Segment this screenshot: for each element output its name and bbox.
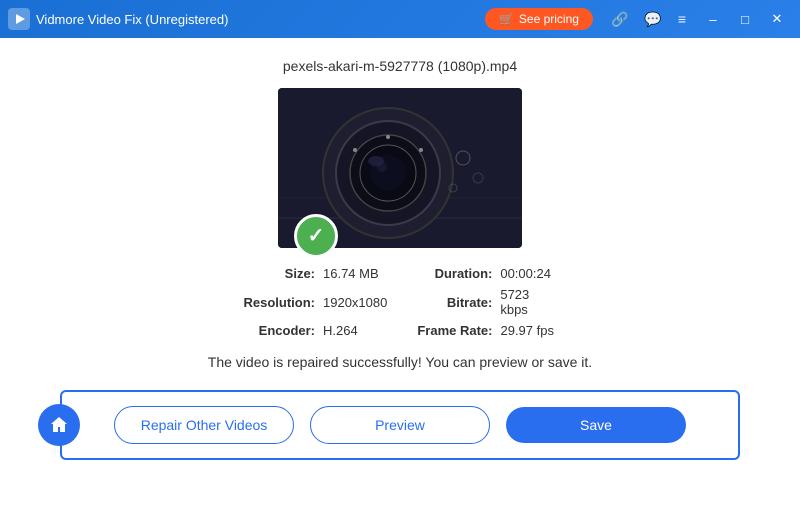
bitrate-value: 5723 kbps — [500, 287, 560, 317]
pricing-label: See pricing — [519, 12, 579, 26]
encoder-label: Encoder: — [240, 323, 315, 338]
encoder-value: H.264 — [323, 323, 358, 338]
app-title: Vidmore Video Fix (Unregistered) — [36, 12, 228, 27]
success-message: The video is repaired successfully! You … — [208, 354, 592, 370]
framerate-label: Frame Rate: — [417, 323, 492, 338]
menu-icon[interactable]: ≡ — [674, 9, 690, 29]
duration-value: 00:00:24 — [500, 266, 551, 281]
video-filename: pexels-akari-m-5927778 (1080p).mp4 — [283, 58, 517, 74]
bitrate-row: Bitrate: 5723 kbps — [417, 287, 560, 317]
app-logo-icon — [8, 8, 30, 30]
title-icons: 🔗 💬 ≡ — [607, 9, 690, 30]
minimize-button[interactable]: – — [698, 5, 728, 33]
duration-label: Duration: — [417, 266, 492, 281]
encoder-row: Encoder: H.264 — [240, 323, 387, 338]
title-bar: Vidmore Video Fix (Unregistered) 🛒 See p… — [0, 0, 800, 38]
bitrate-label: Bitrate: — [417, 295, 492, 310]
save-button[interactable]: Save — [506, 407, 686, 443]
resolution-row: Resolution: 1920x1080 — [240, 287, 387, 317]
maximize-button[interactable]: □ — [730, 5, 760, 33]
chat-icon[interactable]: 💬 — [640, 9, 665, 30]
video-thumbnail-wrapper: ✓ — [278, 88, 522, 248]
home-button[interactable] — [38, 404, 80, 446]
resolution-label: Resolution: — [240, 295, 315, 310]
home-icon — [49, 415, 69, 435]
pricing-button[interactable]: 🛒 See pricing — [485, 8, 593, 30]
main-content: pexels-akari-m-5927778 (1080p).mp4 — [0, 38, 800, 519]
window-controls: – □ ✕ — [698, 5, 792, 33]
success-checkmark-badge: ✓ — [294, 214, 338, 258]
size-row: Size: 16.74 MB — [240, 266, 387, 281]
title-right: 🛒 See pricing 🔗 💬 ≡ – □ ✕ — [485, 5, 792, 33]
close-button[interactable]: ✕ — [762, 5, 792, 33]
title-left: Vidmore Video Fix (Unregistered) — [8, 8, 228, 30]
cart-icon: 🛒 — [499, 12, 514, 26]
framerate-value: 29.97 fps — [500, 323, 554, 338]
action-bar: Repair Other Videos Preview Save — [60, 390, 740, 460]
repair-other-videos-button[interactable]: Repair Other Videos — [114, 406, 294, 444]
size-label: Size: — [240, 266, 315, 281]
duration-row: Duration: 00:00:24 — [417, 266, 560, 281]
link-icon[interactable]: 🔗 — [607, 9, 632, 30]
resolution-value: 1920x1080 — [323, 295, 387, 310]
preview-button[interactable]: Preview — [310, 406, 490, 444]
framerate-row: Frame Rate: 29.97 fps — [417, 323, 560, 338]
video-info-grid: Size: 16.74 MB Duration: 00:00:24 Resolu… — [240, 266, 560, 338]
size-value: 16.74 MB — [323, 266, 379, 281]
checkmark-icon: ✓ — [308, 226, 325, 246]
